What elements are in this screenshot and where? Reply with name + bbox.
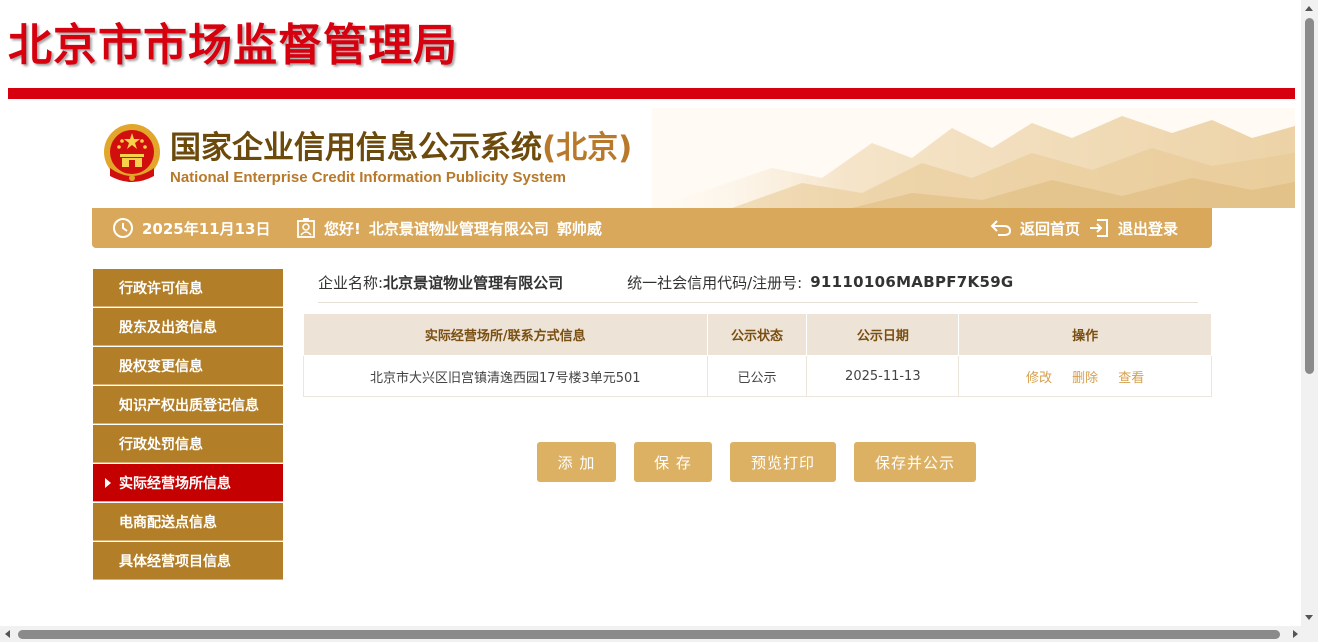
credit-code-value: 91110106MABPF7K59G: [810, 273, 1014, 291]
view-link[interactable]: 查看: [1118, 371, 1144, 386]
system-title-region: (北京): [542, 130, 633, 166]
user-badge-icon: [297, 218, 315, 238]
national-emblem-icon: [104, 124, 160, 182]
cell-status: 已公示: [706, 355, 808, 397]
col-header-date: 公示日期: [806, 313, 960, 356]
col-header-status: 公示状态: [706, 313, 808, 356]
page-title: 北京市市场监督管理局: [8, 20, 458, 71]
system-banner: 国家企业信用信息公示系统(北京) National Enterprise Cre…: [92, 108, 1295, 208]
scroll-right-icon[interactable]: [1293, 630, 1298, 638]
horizontal-scroll-thumb[interactable]: [18, 630, 1280, 639]
save-button[interactable]: 保 存: [634, 442, 712, 482]
return-arrow-icon: [990, 220, 1012, 236]
vertical-scrollbar[interactable]: [1301, 0, 1318, 626]
col-header-location: 实际经营场所/联系方式信息: [303, 313, 708, 356]
table-header-row: 实际经营场所/联系方式信息 公示状态 公示日期 操作: [303, 313, 1212, 356]
sidebar-item-admin-penalty[interactable]: 行政处罚信息: [93, 425, 283, 463]
credit-code-label: 统一社会信用代码/注册号:: [627, 273, 803, 292]
logout-icon: [1090, 219, 1108, 237]
save-publish-button[interactable]: 保存并公示: [854, 442, 976, 482]
mountain-background-icon: [652, 108, 1295, 208]
preview-print-button[interactable]: 预览打印: [730, 442, 836, 482]
sidebar: 行政许可信息 股东及出资信息 股权变更信息 知识产权出质登记信息 行政处罚信息 …: [93, 269, 283, 581]
scroll-left-icon[interactable]: [5, 630, 10, 638]
sidebar-item-business-items[interactable]: 具体经营项目信息: [93, 542, 283, 580]
vertical-scroll-thumb[interactable]: [1305, 18, 1314, 374]
enterprise-info: 企业名称: 北京景谊物业管理有限公司 统一社会信用代码/注册号: 9111010…: [318, 262, 1198, 303]
horizontal-scrollbar[interactable]: [0, 626, 1318, 642]
col-header-actions: 操作: [958, 313, 1212, 356]
active-arrow-icon: [105, 478, 111, 488]
sidebar-item-admin-license[interactable]: 行政许可信息: [93, 269, 283, 307]
sidebar-item-shareholders[interactable]: 股东及出资信息: [93, 308, 283, 346]
info-bar: 2025年11月13日 您好! 北京景谊物业管理有限公司 郭帅威 返回首页 退出…: [92, 208, 1212, 248]
enterprise-name-label: 企业名称:: [318, 273, 384, 292]
cell-actions: 修改 删除 查看: [958, 355, 1212, 397]
logout-link[interactable]: 退出登录: [1088, 208, 1178, 248]
enterprise-name-value: 北京景谊物业管理有限公司: [383, 273, 564, 292]
system-title-cn: 国家企业信用信息公示系统(北京): [170, 130, 633, 166]
system-title-en: National Enterprise Credit Information P…: [170, 169, 566, 186]
sidebar-item-business-location[interactable]: 实际经营场所信息: [93, 464, 283, 502]
table-row: 北京市大兴区旧宫镇清逸西园17号楼3单元501 已公示 2025-11-13 修…: [303, 355, 1212, 397]
clock-icon: [113, 218, 133, 238]
delete-link[interactable]: 删除: [1072, 371, 1098, 386]
header-divider: [8, 88, 1295, 99]
sidebar-item-ip-pledge[interactable]: 知识产权出质登记信息: [93, 386, 283, 424]
sidebar-item-ecommerce-delivery[interactable]: 电商配送点信息: [93, 503, 283, 541]
cell-address: 北京市大兴区旧宫镇清逸西园17号楼3单元501: [303, 355, 708, 397]
scroll-down-icon[interactable]: [1305, 615, 1313, 620]
sidebar-item-equity-change[interactable]: 股权变更信息: [93, 347, 283, 385]
cell-date: 2025-11-13: [806, 355, 960, 397]
edit-link[interactable]: 修改: [1026, 371, 1052, 386]
location-table: 实际经营场所/联系方式信息 公示状态 公示日期 操作 北京市大兴区旧宫镇清逸西园…: [303, 313, 1212, 397]
current-date: 2025年11月13日: [112, 208, 271, 248]
scroll-up-icon[interactable]: [1305, 6, 1313, 11]
return-home-link[interactable]: 返回首页: [990, 208, 1080, 248]
add-button[interactable]: 添 加: [537, 442, 616, 482]
user-greeting: 您好! 北京景谊物业管理有限公司 郭帅威: [296, 208, 602, 248]
